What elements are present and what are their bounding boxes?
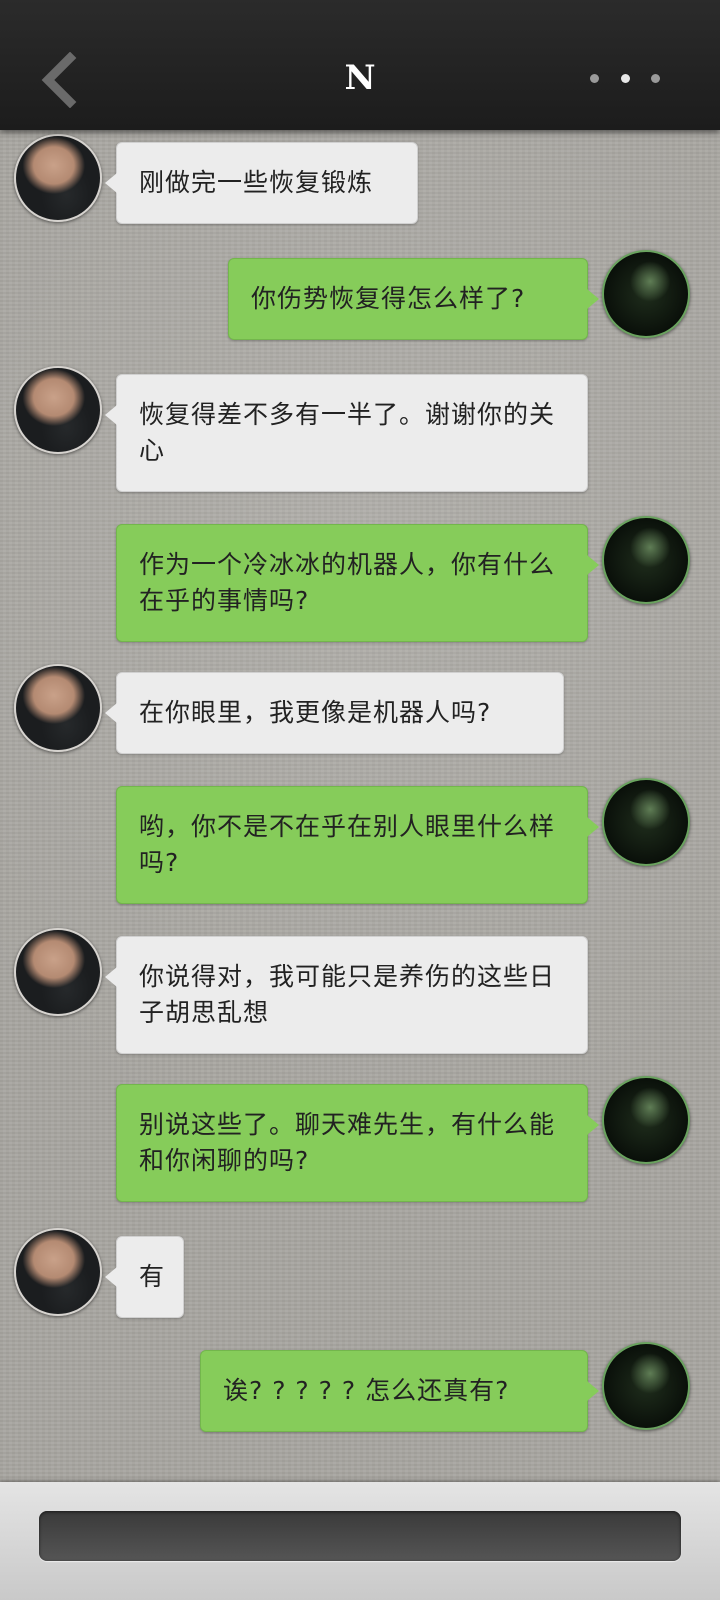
- top-bar: N: [0, 0, 720, 130]
- input-bar: [0, 1482, 720, 1600]
- incoming-message-bubble[interactable]: 在你眼里，我更像是机器人吗?: [105, 672, 564, 754]
- more-dots-icon: [590, 73, 660, 83]
- incoming-message-bubble[interactable]: 恢复得差不多有一半了。谢谢你的关心: [105, 374, 588, 492]
- contact-avatar[interactable]: [14, 1228, 102, 1316]
- user-avatar[interactable]: [602, 1076, 690, 1164]
- outgoing-message-bubble[interactable]: 诶? ? ? ? ? 怎么还真有?: [200, 1350, 599, 1432]
- user-avatar[interactable]: [602, 250, 690, 338]
- chat-screen: N 刚做完一些恢复锻炼 你伤势恢复得怎么样了? 恢复得差不多有一半了。谢谢你的关…: [0, 0, 720, 1600]
- contact-avatar[interactable]: [14, 134, 102, 222]
- incoming-message-bubble[interactable]: 有: [105, 1236, 184, 1318]
- contact-avatar[interactable]: [14, 928, 102, 1016]
- message-list[interactable]: 刚做完一些恢复锻炼 你伤势恢复得怎么样了? 恢复得差不多有一半了。谢谢你的关心 …: [0, 130, 720, 1482]
- outgoing-message-bubble[interactable]: 作为一个冷冰冰的机器人，你有什么在乎的事情吗?: [116, 524, 599, 642]
- outgoing-message-bubble[interactable]: 哟，你不是不在乎在别人眼里什么样吗?: [116, 786, 599, 904]
- incoming-message-bubble[interactable]: 你说得对，我可能只是养伤的这些日子胡思乱想: [105, 936, 588, 1054]
- contact-avatar[interactable]: [14, 366, 102, 454]
- message-input[interactable]: [39, 1511, 681, 1561]
- user-avatar[interactable]: [602, 778, 690, 866]
- user-avatar[interactable]: [602, 516, 690, 604]
- user-avatar[interactable]: [602, 1342, 690, 1430]
- incoming-message-bubble[interactable]: 刚做完一些恢复锻炼: [105, 142, 418, 224]
- contact-avatar[interactable]: [14, 664, 102, 752]
- more-button[interactable]: [590, 66, 660, 90]
- outgoing-message-bubble[interactable]: 别说这些了。聊天难先生，有什么能和你闲聊的吗?: [116, 1084, 599, 1202]
- outgoing-message-bubble[interactable]: 你伤势恢复得怎么样了?: [228, 258, 599, 340]
